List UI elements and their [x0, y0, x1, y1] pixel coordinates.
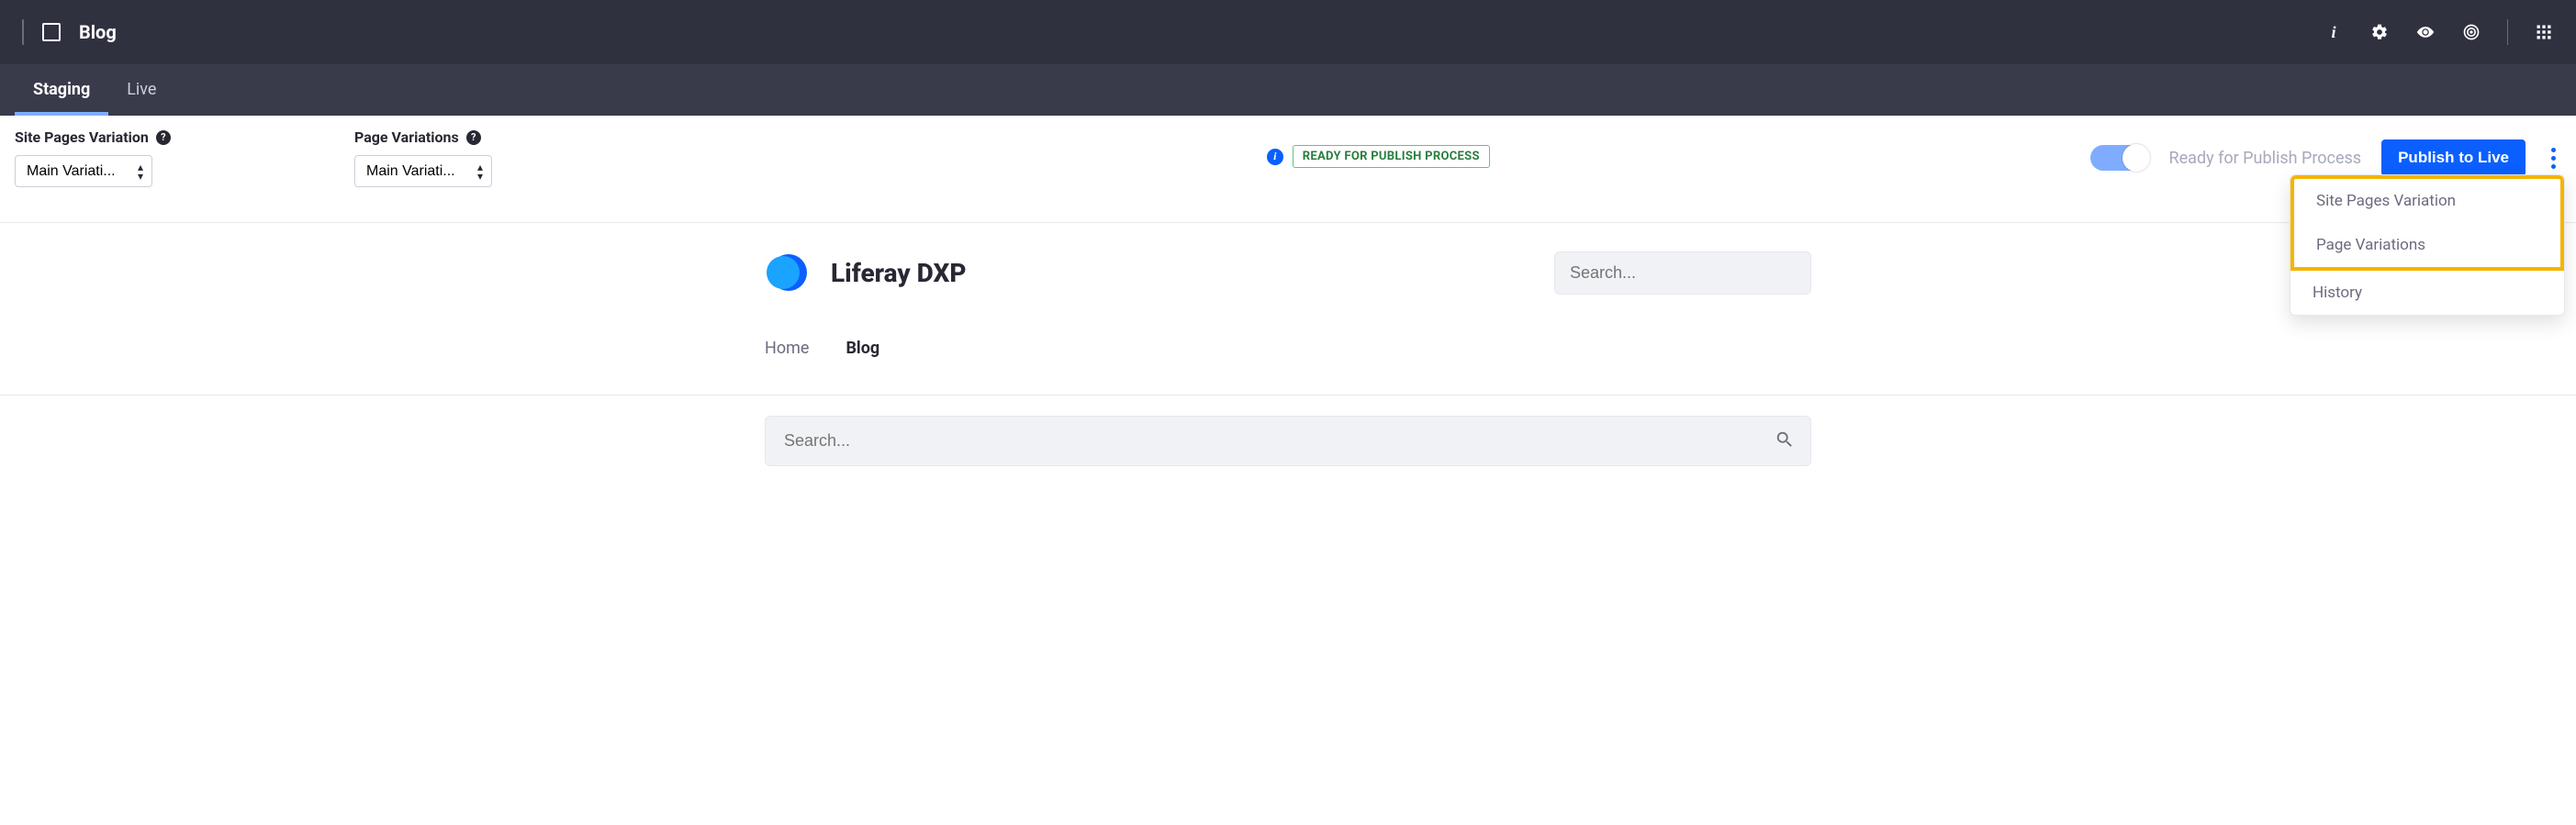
- page-icon[interactable]: [42, 23, 61, 41]
- dropdown-item-page-variations[interactable]: Page Variations: [2294, 223, 2560, 267]
- info-icon[interactable]: i: [2324, 22, 2344, 42]
- divider: [2507, 19, 2508, 45]
- dropdown-item-history[interactable]: History: [2290, 271, 2564, 315]
- gear-icon[interactable]: [2369, 22, 2390, 42]
- publish-status: i READY FOR PUBLISH PROCESS: [694, 128, 2063, 168]
- liferay-logo-icon: [765, 251, 809, 295]
- site-pages-variation-group: Site Pages Variation ? Main Variati...: [15, 128, 327, 187]
- publish-to-live-button[interactable]: Publish to Live: [2381, 139, 2526, 176]
- page-variations-label: Page Variations ?: [354, 128, 481, 146]
- top-bar-left: Blog: [22, 19, 117, 45]
- brand-name: Liferay DXP: [831, 258, 967, 288]
- label-text: Site Pages Variation: [15, 128, 149, 146]
- tabs-bar: Staging Live: [0, 64, 2576, 116]
- page-variations-group: Page Variations ? Main Variati...: [354, 128, 666, 187]
- help-icon[interactable]: ?: [156, 130, 171, 145]
- control-bar: Site Pages Variation ? Main Variati... P…: [0, 116, 2576, 223]
- brand: Liferay DXP: [765, 251, 967, 295]
- actions: Ready for Publish Process Publish to Liv…: [2090, 128, 2561, 176]
- tab-live[interactable]: Live: [108, 65, 174, 116]
- site-pages-variation-label: Site Pages Variation ?: [15, 128, 171, 146]
- options-dropdown: Site Pages Variation Page Variations His…: [2290, 174, 2565, 316]
- site-nav: Home Blog: [765, 339, 1811, 358]
- status-badge: READY FOR PUBLISH PROCESS: [1293, 145, 1490, 168]
- label-text: Page Variations: [354, 128, 459, 146]
- site-search-input[interactable]: [1554, 251, 1811, 295]
- divider: [0, 395, 2576, 396]
- top-bar: Blog i: [0, 0, 2576, 64]
- tab-staging[interactable]: Staging: [15, 65, 108, 116]
- site-pages-variation-select[interactable]: Main Variati...: [15, 155, 152, 187]
- page-search-input[interactable]: [765, 416, 1811, 466]
- page-search-wrap: [756, 416, 1820, 466]
- top-bar-right: i: [2324, 19, 2554, 45]
- nav-blog[interactable]: Blog: [846, 339, 879, 358]
- eye-icon[interactable]: [2415, 22, 2436, 42]
- divider: [22, 19, 24, 45]
- more-options-button[interactable]: [2546, 142, 2561, 174]
- toggle-label: Ready for Publish Process: [2169, 149, 2362, 168]
- main-content: Liferay DXP Home Blog: [756, 223, 1820, 376]
- info-icon[interactable]: i: [1267, 149, 1283, 165]
- page-variations-select[interactable]: Main Variati...: [354, 155, 492, 187]
- ready-toggle[interactable]: [2090, 145, 2149, 171]
- search-icon[interactable]: [1775, 429, 1795, 453]
- toggle-knob: [2122, 144, 2150, 172]
- apps-grid-icon[interactable]: [2534, 22, 2554, 42]
- nav-home[interactable]: Home: [765, 339, 809, 358]
- help-icon[interactable]: ?: [466, 130, 481, 145]
- dropdown-item-site-pages-variation[interactable]: Site Pages Variation: [2294, 179, 2560, 223]
- target-icon[interactable]: [2461, 22, 2481, 42]
- page-title: Blog: [79, 21, 117, 43]
- brand-row: Liferay DXP: [765, 251, 1811, 295]
